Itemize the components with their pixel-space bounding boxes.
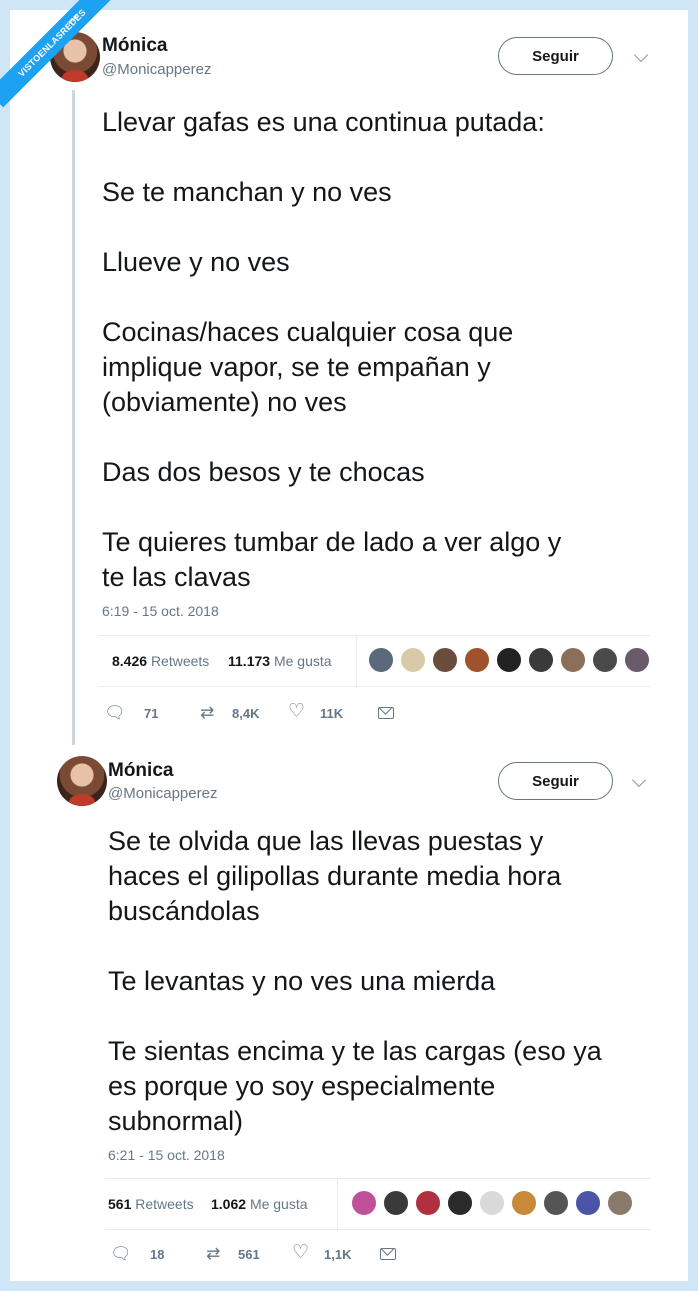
retweets-count: 561	[108, 1196, 132, 1212]
liker-avatar-icon[interactable]	[528, 647, 554, 673]
likes-stat[interactable]: 11.173 Me gusta	[228, 653, 332, 669]
liker-avatar-icon[interactable]	[511, 1190, 537, 1216]
thread-connector-line	[72, 90, 75, 745]
liker-avatar-icon[interactable]	[368, 647, 394, 673]
liker-avatar-icon[interactable]	[432, 647, 458, 673]
tweet-stats: 561 Retweets 1.062 Me gusta	[105, 1178, 650, 1231]
reply-count: 71	[144, 706, 159, 721]
liker-avatar-icon[interactable]	[447, 1190, 473, 1216]
chevron-down-icon[interactable]	[631, 772, 647, 788]
likes-label: Me gusta	[249, 1196, 308, 1212]
author-handle[interactable]: @Monicapperez	[102, 61, 211, 78]
likes-count: 1.062	[211, 1196, 247, 1212]
heart-icon: ♡	[292, 1242, 310, 1263]
tweet-text: Se te olvida que las llevas puestas y ha…	[108, 826, 602, 1136]
retweet-icon: ⇄	[206, 1244, 221, 1263]
reply-icon: 🗨︎	[104, 703, 126, 722]
reply-count: 18	[150, 1247, 165, 1262]
author-name[interactable]: Mónica	[102, 35, 167, 57]
like-count: 1,1K	[324, 1247, 352, 1262]
liker-avatar-icon[interactable]	[479, 1190, 505, 1216]
liker-avatar-icon[interactable]	[624, 647, 650, 673]
envelope-icon	[378, 707, 394, 719]
retweet-count: 561	[238, 1247, 260, 1262]
tweet-timestamp[interactable]: 6:19 - 15 oct. 2018	[102, 603, 219, 619]
liker-avatar-icon[interactable]	[496, 647, 522, 673]
liker-avatar-icon[interactable]	[575, 1190, 601, 1216]
retweets-label: Retweets	[135, 1196, 194, 1212]
author-handle[interactable]: @Monicapperez	[108, 785, 217, 802]
retweets-count: 8.426	[112, 653, 148, 669]
chevron-down-icon[interactable]	[633, 47, 649, 63]
liker-avatar-icon[interactable]	[400, 647, 426, 673]
liker-avatar-icon[interactable]	[351, 1190, 377, 1216]
retweet-count: 8,4K	[232, 706, 260, 721]
envelope-icon	[380, 1248, 396, 1260]
retweets-stat[interactable]: 561 Retweets	[108, 1196, 194, 1212]
liker-avatar-icon[interactable]	[592, 647, 618, 673]
retweets-stat[interactable]: 8.426 Retweets	[112, 653, 209, 669]
reply-icon: 🗨︎	[110, 1244, 132, 1263]
retweets-label: Retweets	[150, 653, 210, 669]
liker-avatar-icon[interactable]	[415, 1190, 441, 1216]
follow-button[interactable]: Seguir	[498, 762, 613, 800]
follow-button[interactable]: Seguir	[498, 37, 613, 75]
stats-divider	[337, 1179, 338, 1231]
avatar[interactable]	[57, 756, 107, 806]
liker-avatar-icon[interactable]	[543, 1190, 569, 1216]
likes-stat[interactable]: 1.062 Me gusta	[211, 1196, 308, 1212]
author-name[interactable]: Mónica	[108, 760, 173, 782]
retweet-icon: ⇄	[200, 703, 215, 722]
tweet-timestamp[interactable]: 6:21 - 15 oct. 2018	[108, 1147, 225, 1163]
tweet-text: Llevar gafas es una continua putada: Se …	[102, 107, 562, 592]
heart-icon: ♡	[288, 701, 306, 722]
stats-divider	[356, 636, 357, 688]
liker-avatar-icon[interactable]	[607, 1190, 633, 1216]
tweet-stats: 8.426 Retweets 11.173 Me gusta	[98, 635, 650, 688]
likes-label: Me gusta	[273, 653, 332, 669]
likes-count: 11.173	[228, 653, 271, 669]
tweet-thread-card: VISTOENLASREDES .com Mónica @Monicappere…	[0, 0, 688, 1281]
liker-avatar-icon[interactable]	[383, 1190, 409, 1216]
liker-avatar-icon[interactable]	[560, 647, 586, 673]
liker-avatar-icon[interactable]	[464, 647, 490, 673]
like-count: 11K	[320, 706, 344, 721]
